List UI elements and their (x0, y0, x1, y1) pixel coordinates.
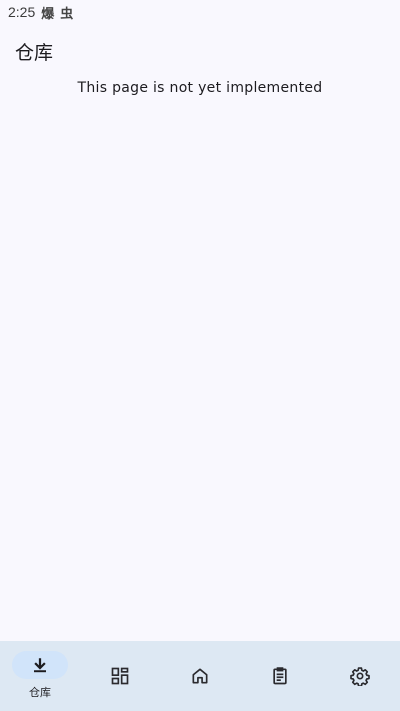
notification-icon: 虫 (60, 6, 74, 22)
download-icon (31, 656, 49, 674)
bottom-navigation-bar: 仓库 (0, 641, 400, 711)
nav-item-settings[interactable] (320, 641, 400, 711)
nav-item-warehouse[interactable]: 仓库 (0, 641, 80, 711)
active-indicator (12, 651, 68, 679)
home-icon (190, 666, 210, 686)
grid-icon (110, 666, 130, 686)
placeholder-message: This page is not yet implemented (77, 80, 323, 96)
page-title: 仓库 (15, 42, 54, 64)
gear-icon (350, 666, 370, 686)
status-bar: 2:25 爆 虫 (0, 0, 400, 24)
nav-item-tasks[interactable] (240, 641, 320, 711)
nav-item-label: 仓库 (29, 686, 51, 699)
clipboard-icon (270, 666, 290, 686)
notification-icon: 爆 (41, 6, 55, 22)
nav-item-home[interactable] (160, 641, 240, 711)
nav-item-grid[interactable] (80, 641, 160, 711)
app-screen: 2:25 爆 虫 仓库 This page is not yet impleme… (0, 0, 400, 711)
status-time: 2:25 (8, 4, 36, 20)
